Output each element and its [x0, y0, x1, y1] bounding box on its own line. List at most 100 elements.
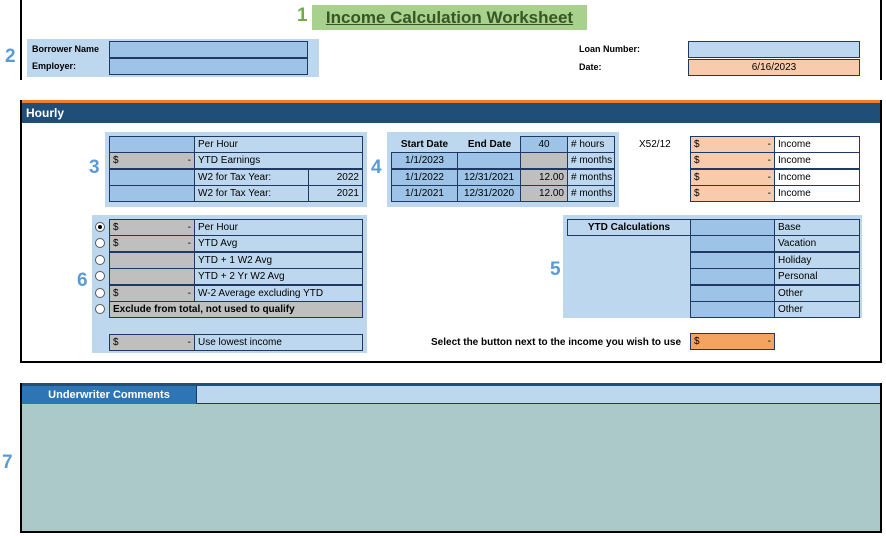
- marker-6: 6: [77, 270, 88, 291]
- dollar-sign: $: [694, 155, 700, 166]
- hours-value[interactable]: 40: [520, 136, 568, 153]
- start-date-2: 1/1/2022: [391, 169, 458, 186]
- w2-2022-input[interactable]: [109, 169, 195, 186]
- end-date-2[interactable]: 12/31/2021: [457, 169, 521, 186]
- start-date-3: 1/1/2021: [391, 185, 458, 202]
- dollar-sign: $: [694, 336, 700, 347]
- income-amount-2: -: [767, 155, 771, 166]
- ytd-other-input-2[interactable]: [690, 301, 775, 318]
- radio-ytd-1-w2-avg[interactable]: [95, 255, 105, 265]
- months-label-1: # months: [567, 152, 615, 169]
- marker-3: 3: [89, 157, 100, 178]
- dollar-sign: $: [113, 155, 119, 166]
- ytd-earnings-label: YTD Earnings: [194, 152, 363, 169]
- loan-number-label: Loan Number:: [579, 44, 641, 54]
- months-label-2: # months: [567, 169, 615, 186]
- select-income-instruction: Select the button next to the income you…: [431, 337, 682, 348]
- option-per-hour-value: $ -: [109, 219, 195, 236]
- option-per-hour-amount: -: [187, 222, 191, 233]
- radio-ytd-avg[interactable]: [95, 238, 105, 248]
- ytd-personal-label: Personal: [774, 268, 860, 285]
- income-label-1: Income: [774, 136, 860, 153]
- option-per-hour-label: Per Hour: [194, 219, 363, 236]
- marker-4: 4: [371, 157, 382, 178]
- date-field[interactable]: 6/16/2023: [688, 59, 860, 76]
- income-amount-4: -: [767, 188, 771, 199]
- end-date-1[interactable]: [457, 152, 521, 169]
- dollar-sign: $: [113, 337, 119, 348]
- income-label-3: Income: [774, 169, 860, 186]
- option-w2-excl-value: $ -: [109, 285, 195, 302]
- ytd-other-label-1: Other: [774, 285, 860, 302]
- w2-year-1: 2022: [308, 169, 363, 186]
- x52-label: X52/12: [639, 139, 671, 150]
- dollar-sign: $: [113, 238, 119, 249]
- option-ytd-1-w2-value: [109, 252, 195, 269]
- option-w2-excl-amount: -: [187, 288, 191, 299]
- option-ytd-2-w2-label: YTD + 2 Yr W2 Avg: [194, 268, 363, 285]
- income-value-4: $ -: [690, 185, 775, 202]
- per-hour-input[interactable]: [109, 136, 195, 153]
- option-ytd-1-w2-label: YTD + 1 W2 Avg: [194, 252, 363, 269]
- radio-per-hour[interactable]: [95, 222, 105, 232]
- radio-exclude[interactable]: [95, 304, 105, 314]
- ytd-vacation-input[interactable]: [690, 235, 775, 252]
- dollar-sign: $: [694, 188, 700, 199]
- employer-label: Employer:: [32, 61, 77, 71]
- comments-textarea[interactable]: [22, 404, 880, 531]
- section-header: Hourly: [22, 103, 880, 123]
- option-w2-excl-label: W-2 Average excluding YTD: [194, 285, 363, 302]
- ytd-base-input[interactable]: [690, 219, 775, 236]
- ytd-base-label: Base: [774, 219, 860, 236]
- dollar-sign: $: [113, 222, 119, 233]
- borrower-name-field[interactable]: [109, 41, 308, 58]
- months-2: 12.00: [520, 169, 568, 186]
- ytd-holiday-label: Holiday: [774, 252, 860, 269]
- end-date-header: End Date: [458, 136, 521, 153]
- dollar-sign: $: [694, 139, 700, 150]
- income-amount-3: -: [767, 172, 771, 183]
- income-value-2: $ -: [690, 152, 775, 169]
- start-date-1: 1/1/2023: [391, 152, 458, 169]
- ytd-personal-input[interactable]: [690, 268, 775, 285]
- borrower-name-label: Borrower Name: [32, 44, 100, 54]
- lowest-income-amount: -: [187, 337, 191, 348]
- marker-7: 7: [2, 452, 13, 473]
- marker-1: 1: [297, 5, 308, 26]
- ytd-calculations-header: YTD Calculations: [567, 219, 691, 236]
- ytd-earnings-value: $ -: [109, 152, 195, 169]
- ytd-holiday-input[interactable]: [690, 252, 775, 269]
- end-date-3[interactable]: 12/31/2020: [457, 185, 521, 202]
- ytd-other-input-1[interactable]: [690, 285, 775, 302]
- radio-ytd-2-yr-w2-avg[interactable]: [95, 271, 105, 281]
- marker-5: 5: [550, 259, 561, 280]
- comments-title: Underwriter Comments: [22, 386, 197, 404]
- income-value-3: $ -: [690, 169, 775, 186]
- marker-2: 2: [5, 46, 16, 67]
- lowest-income-label: Use lowest income: [194, 334, 363, 351]
- option-ytd-2-w2-value: [109, 268, 195, 285]
- income-value-1: $ -: [690, 136, 775, 153]
- months-1: [520, 152, 568, 169]
- option-exclude-label: Exclude from total, not used to qualify: [109, 301, 363, 318]
- months-label-3: # months: [567, 185, 615, 202]
- dollar-sign: $: [113, 288, 119, 299]
- income-label-4: Income: [774, 185, 860, 202]
- option-ytd-avg-label: YTD Avg: [194, 235, 363, 252]
- w2-2021-input[interactable]: [109, 185, 195, 202]
- option-ytd-avg-amount: -: [187, 238, 191, 249]
- months-3: 12.00: [520, 185, 568, 202]
- ytd-other-label-2: Other: [774, 301, 860, 318]
- start-date-header: Start Date: [391, 136, 458, 153]
- option-ytd-avg-value: $ -: [109, 235, 195, 252]
- hours-label: # hours: [567, 136, 615, 153]
- ytd-earnings-amount: -: [187, 155, 191, 166]
- employer-field[interactable]: [109, 58, 308, 75]
- loan-number-field[interactable]: [688, 41, 860, 58]
- per-hour-label: Per Hour: [194, 136, 363, 153]
- ytd-vacation-label: Vacation: [774, 235, 860, 252]
- income-amount-1: -: [767, 139, 771, 150]
- radio-w2-avg-excl-ytd[interactable]: [95, 288, 105, 298]
- w2-year-2: 2021: [308, 185, 363, 202]
- date-label: Date:: [579, 62, 602, 72]
